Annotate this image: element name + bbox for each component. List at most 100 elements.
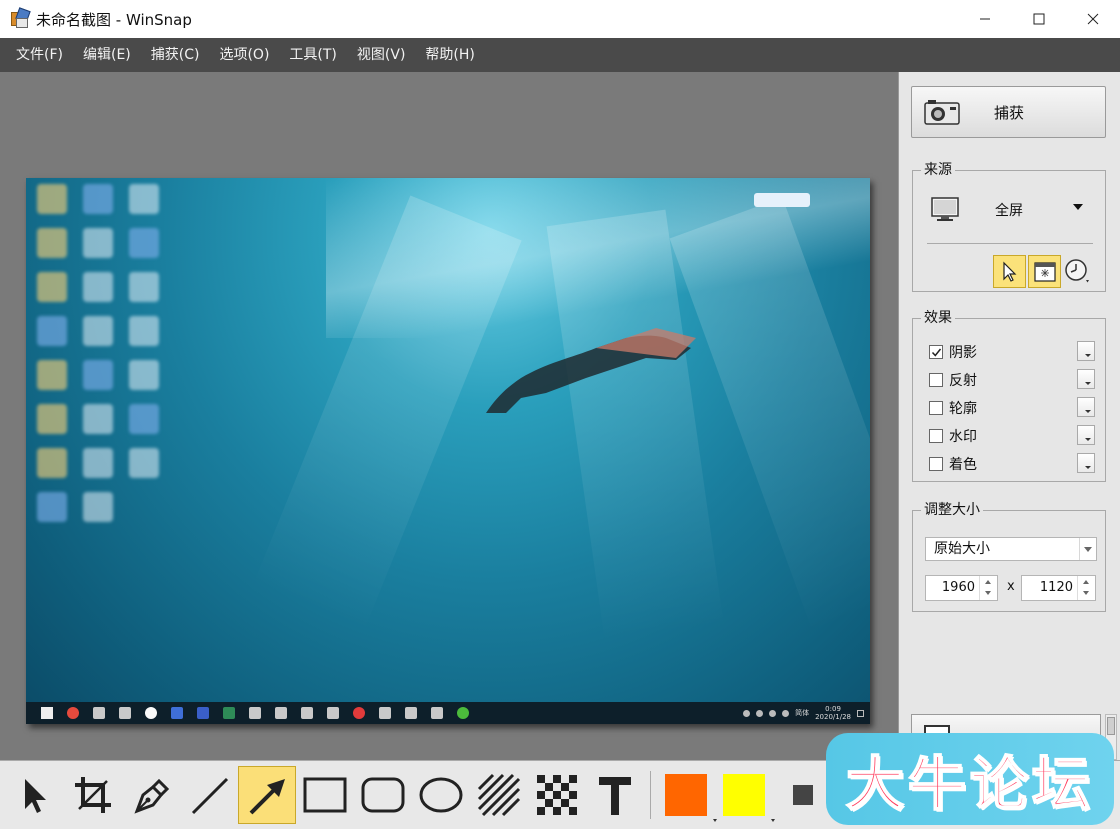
minimize-button[interactable] [958,0,1012,38]
ellipse-tool[interactable] [412,766,470,824]
reflection-options-button[interactable] [1077,369,1095,389]
menu-capture[interactable]: 捕获(C) [141,38,210,72]
text-tool[interactable] [586,766,644,824]
captured-screenshot[interactable]: 简体 0:09 2020/1/28 [26,178,870,724]
resize-mode-select[interactable]: 原始大小 [925,537,1097,561]
shadow-checkbox[interactable] [929,345,943,359]
chevron-down-icon [1079,538,1096,560]
pointer-arrow-icon [25,779,46,813]
preview-canvas[interactable]: 简体 0:09 2020/1/28 [0,72,898,760]
start-icon [41,707,53,719]
cursor-icon [1002,261,1016,282]
menu-tools[interactable]: 工具(T) [279,38,346,72]
text-t-icon [599,777,631,815]
menu-bar: 文件(F) 编辑(E) 捕获(C) 选项(O) 工具(T) 视图(V) 帮助(H… [0,38,1120,72]
width-down-arrow-icon[interactable] [980,588,997,600]
tint-label: 着色 [949,457,977,473]
height-down-arrow-icon[interactable] [1078,588,1095,600]
dimension-separator: x [1007,579,1015,594]
arrow-icon [249,779,285,815]
secondary-color-swatch[interactable] [723,774,775,822]
line-icon [191,777,229,815]
window-title: 未命名截图 - WinSnap [36,10,192,29]
screenshot-taskbar: 简体 0:09 2020/1/28 [26,702,870,724]
tint-options-button[interactable] [1077,453,1095,473]
pen-tool[interactable] [122,766,180,824]
capture-label: 捕获 [994,103,1025,122]
height-value: 1120 [1039,580,1073,595]
resize-mode-value: 原始大小 [934,541,990,557]
stroke-width-button[interactable] [793,785,813,805]
include-cursor-button[interactable] [993,255,1026,288]
reflection-label: 反射 [949,373,977,389]
ellipse-icon [419,777,463,813]
effect-outline-row: 轮廓 [929,397,1095,419]
camera-icon [924,100,960,125]
timer-clock-icon [1065,259,1089,283]
rectangle-icon [303,777,347,813]
menu-edit[interactable]: 编辑(E) [73,38,141,72]
height-spinner[interactable]: 1120 [1021,575,1096,601]
select-tool[interactable] [6,766,64,824]
width-value: 1960 [941,580,975,595]
monitor-icon [931,197,959,221]
window-frame-button[interactable] [1028,255,1061,288]
scroll-thumb[interactable] [1107,717,1115,735]
cloud-badge-icon [754,193,810,207]
tint-checkbox[interactable] [929,457,943,471]
window-controls [958,0,1120,38]
width-spinner[interactable]: 1960 [925,575,998,601]
effects-group: 效果 阴影 反射 轮廓 水印 着色 [912,309,1106,482]
minimize-icon [980,18,990,20]
source-dropdown-icon[interactable] [1073,204,1083,210]
shadow-options-button[interactable] [1077,341,1095,361]
menu-help[interactable]: 帮助(H) [415,38,484,72]
screenshot-tray: 简体 0:09 2020/1/28 [743,702,864,724]
timer-button[interactable] [1063,257,1091,285]
width-up-arrow-icon[interactable] [980,576,997,588]
source-title: 来源 [921,161,955,179]
line-tool[interactable] [180,766,238,824]
tray-clock: 0:09 2020/1/28 [815,705,851,721]
effects-title: 效果 [921,309,955,327]
checkerboard-icon [537,775,577,815]
side-panel: 捕获 来源 全屏 效果 阴影 反射 轮廓 水印 着色 调整大小 原始大小 196… [898,72,1120,760]
shadow-label: 阴影 [949,345,977,361]
desktop-icons [32,184,162,522]
menu-options[interactable]: 选项(O) [209,38,279,72]
watermark-options-button[interactable] [1077,425,1095,445]
highlight-tool[interactable] [470,766,528,824]
outline-checkbox[interactable] [929,401,943,415]
outline-options-button[interactable] [1077,397,1095,417]
primary-color-swatch[interactable] [665,774,717,822]
rounded-rectangle-tool[interactable] [354,766,412,824]
close-icon [1087,13,1099,25]
watermark-label: 水印 [949,429,977,445]
watermark-text: 大牛论坛 [845,749,1094,819]
capture-button[interactable]: 捕获 [911,86,1106,138]
watermark-checkbox[interactable] [929,429,943,443]
menu-view[interactable]: 视图(V) [347,38,416,72]
source-value: 全屏 [995,203,1023,219]
close-button[interactable] [1066,0,1120,38]
pixelate-tool[interactable] [528,766,586,824]
tray-language: 简体 [795,709,810,717]
height-up-arrow-icon[interactable] [1078,576,1095,588]
reflection-checkbox[interactable] [929,373,943,387]
diver-figure [486,328,696,413]
arrow-tool[interactable] [238,766,296,824]
menu-file[interactable]: 文件(F) [6,38,73,72]
maximize-button[interactable] [1012,0,1066,38]
crop-tool[interactable] [64,766,122,824]
resize-title: 调整大小 [921,501,983,519]
source-selector[interactable]: 全屏 [931,197,1023,223]
forum-watermark: 大牛论坛 [826,733,1114,825]
rectangle-tool[interactable] [296,766,354,824]
effect-shadow-row: 阴影 [929,341,1095,363]
resize-group: 调整大小 原始大小 1960 x 1120 [912,501,1106,612]
effect-watermark-row: 水印 [929,425,1095,447]
source-group: 来源 全屏 [912,161,1106,292]
effect-tint-row: 着色 [929,453,1095,475]
check-icon [931,348,941,357]
title-bar: 未命名截图 - WinSnap [0,0,1120,38]
